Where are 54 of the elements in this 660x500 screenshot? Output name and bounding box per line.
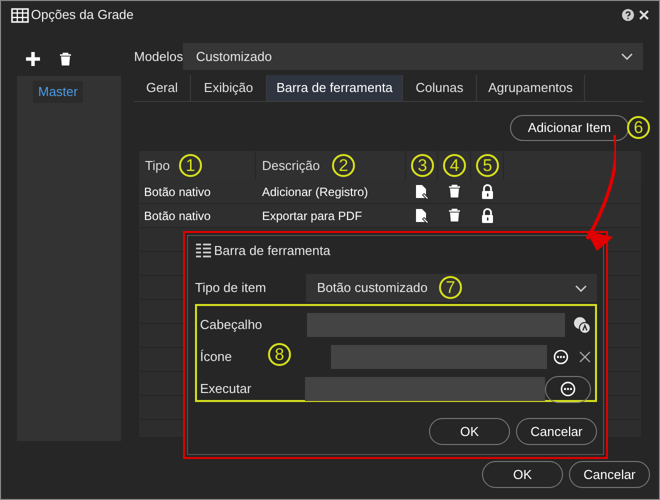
annotation-marker: 7 bbox=[439, 276, 462, 299]
window-title: Opções da Grade bbox=[31, 6, 134, 24]
footer-button[interactable]: Cancelar bbox=[569, 461, 650, 488]
annotation-marker: 3 bbox=[411, 154, 434, 177]
annotation-marker: 1 bbox=[179, 154, 202, 177]
dialog-button[interactable]: OK bbox=[429, 418, 510, 445]
tab[interactable]: Agrupamentos bbox=[477, 75, 585, 101]
table-cell-text: Adicionar (Registro) bbox=[261, 184, 370, 200]
edit-document-icon[interactable] bbox=[415, 184, 429, 200]
more-icon bbox=[560, 381, 576, 397]
add-item-button[interactable]: Adicionar Item bbox=[510, 115, 629, 141]
grid-icon bbox=[11, 8, 29, 22]
sidebar-item[interactable]: Master bbox=[33, 81, 83, 103]
models-label: Modelos bbox=[134, 48, 183, 66]
lock-icon[interactable] bbox=[480, 184, 494, 200]
more-icon[interactable] bbox=[553, 349, 570, 365]
close-icon[interactable] bbox=[639, 10, 649, 20]
models-dropdown[interactable]: Customizado bbox=[183, 43, 643, 70]
annotation-marker: 8 bbox=[268, 343, 291, 366]
input-field[interactable] bbox=[306, 313, 566, 337]
annotation-marker: 6 bbox=[627, 116, 650, 139]
column-label: Tipo bbox=[145, 156, 170, 175]
dialog-button[interactable]: Cancelar bbox=[516, 418, 597, 445]
tab[interactable]: Barra de ferramenta bbox=[267, 75, 403, 101]
field-label: Ícone bbox=[200, 349, 232, 364]
clear-icon[interactable] bbox=[579, 351, 591, 363]
delete-icon[interactable] bbox=[448, 184, 462, 200]
column-label: Descrição bbox=[262, 156, 320, 175]
input-field[interactable] bbox=[305, 377, 546, 401]
field-label: Executar bbox=[200, 381, 252, 396]
delete-icon[interactable] bbox=[59, 52, 72, 66]
lock-icon[interactable] bbox=[480, 208, 494, 224]
tab[interactable]: Colunas bbox=[403, 75, 477, 101]
field-label: Cabeçalho bbox=[200, 317, 262, 332]
table-cell-text: Botão nativo bbox=[143, 184, 212, 200]
annotation-marker: 4 bbox=[443, 154, 466, 177]
footer-button[interactable]: OK bbox=[482, 461, 563, 488]
browse-button[interactable] bbox=[545, 376, 591, 402]
chevron-down-icon bbox=[621, 53, 633, 60]
list-icon bbox=[195, 243, 212, 258]
dialog-title: Barra de ferramenta bbox=[214, 242, 330, 260]
help-icon[interactable] bbox=[622, 9, 634, 21]
translate-icon[interactable] bbox=[573, 316, 591, 334]
delete-icon[interactable] bbox=[448, 208, 462, 224]
chevron-down-icon bbox=[575, 284, 587, 292]
field-label: Tipo de item bbox=[195, 279, 268, 298]
table-cell-text: Exportar para PDF bbox=[261, 208, 364, 224]
annotation-marker: 2 bbox=[332, 154, 355, 177]
edit-document-icon[interactable] bbox=[415, 208, 429, 224]
tab[interactable]: Geral bbox=[134, 75, 191, 101]
annotation-marker: 5 bbox=[476, 154, 499, 177]
table-cell-text: Botão nativo bbox=[143, 208, 212, 224]
input-field[interactable] bbox=[331, 345, 548, 369]
add-icon[interactable] bbox=[25, 51, 41, 67]
